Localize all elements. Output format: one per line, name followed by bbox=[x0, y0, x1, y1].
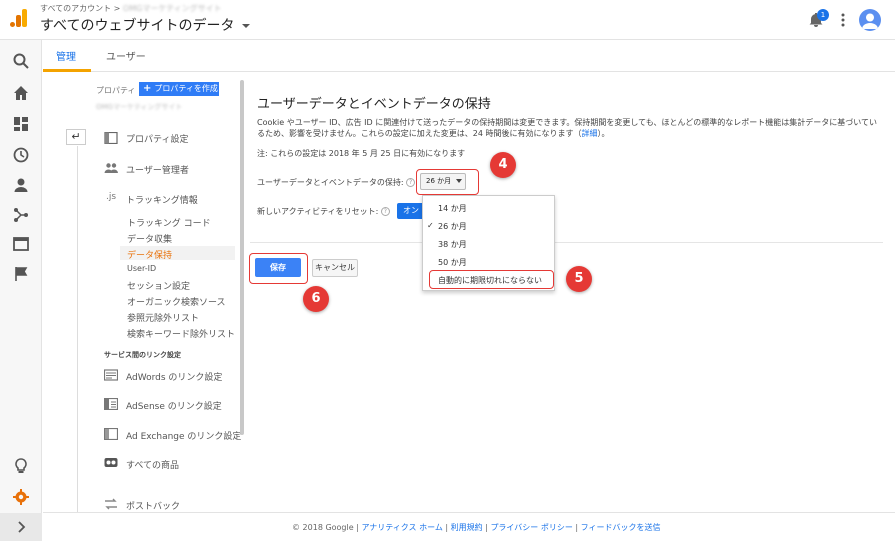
user-management-icon bbox=[104, 163, 118, 173]
annotation-callout-6: 6 bbox=[303, 286, 329, 312]
reset-label-row: 新しいアクティビティをリセット: ? bbox=[257, 206, 390, 217]
nav-scrollbar[interactable] bbox=[240, 80, 244, 435]
expand-rail-button[interactable] bbox=[0, 513, 42, 541]
nav-adexchange-linking[interactable]: Ad Exchange のリンク設定 bbox=[126, 429, 241, 442]
tab-admin[interactable]: 管理 bbox=[56, 48, 76, 63]
description-body: Cookie やユーザー ID、広告 ID に関連付けて送ったデータの保持期間は… bbox=[257, 118, 878, 138]
reset-label: 新しいアクティビティをリセット: bbox=[257, 207, 379, 216]
nav-search-term-exclusion[interactable]: 検索キーワード除外リスト bbox=[127, 327, 235, 340]
nav-divider bbox=[77, 146, 78, 524]
all-products-icon bbox=[104, 458, 118, 467]
admin-tabs: 管理 ユーザー bbox=[43, 40, 895, 72]
option-26-months[interactable]: 26 か月 bbox=[438, 221, 467, 232]
property-settings-icon bbox=[104, 132, 118, 144]
nav-tracking-info[interactable]: トラッキング情報 bbox=[126, 193, 198, 206]
notification-badge: 1 bbox=[817, 9, 829, 21]
property-label: プロパティ bbox=[96, 86, 136, 95]
person-icon[interactable] bbox=[12, 176, 30, 194]
annotation-callout-5: 5 bbox=[566, 266, 592, 292]
nav-data-retention[interactable]: データ保持 bbox=[127, 248, 172, 261]
reset-activity-toggle[interactable]: オン bbox=[397, 203, 425, 219]
product-linking-heading: サービス間のリンク設定 bbox=[104, 351, 181, 359]
gear-icon[interactable] bbox=[12, 488, 30, 506]
nav-session-settings[interactable]: セッション設定 bbox=[127, 279, 190, 292]
annotation-callout-4: 4 bbox=[490, 152, 516, 178]
footer-link-analytics-home[interactable]: アナリティクス ホーム bbox=[361, 523, 442, 532]
adwords-icon bbox=[104, 369, 118, 381]
copyright: © 2018 Google | bbox=[292, 523, 362, 532]
annotation-box-4 bbox=[416, 169, 479, 195]
breadcrumb-prefix[interactable]: すべてのアカウント > bbox=[40, 4, 123, 13]
option-38-months[interactable]: 38 か月 bbox=[438, 239, 467, 250]
postback-icon bbox=[105, 498, 117, 510]
lightbulb-icon[interactable] bbox=[12, 457, 30, 475]
help-icon[interactable]: ? bbox=[406, 178, 416, 187]
content-divider bbox=[250, 242, 883, 243]
effective-date-note: 注: これらの設定は 2018 年 5 月 25 日に有効になります bbox=[257, 149, 466, 158]
footer-separator: | bbox=[572, 523, 581, 532]
nav-data-collection[interactable]: データ収集 bbox=[127, 232, 172, 245]
js-icon: .js bbox=[106, 192, 117, 202]
footer-link-privacy[interactable]: プライバシー ポリシー bbox=[490, 523, 572, 532]
page-title: ユーザーデータとイベントデータの保持 bbox=[257, 97, 491, 112]
footer-separator: | bbox=[442, 523, 451, 532]
property-title: すべてのウェブサイトのデータ bbox=[40, 18, 235, 34]
property-selector[interactable]: すべてのウェブサイトのデータ bbox=[40, 15, 250, 35]
nav-organic-sources[interactable]: オーガニック検索ソース bbox=[127, 295, 226, 308]
flag-icon[interactable] bbox=[12, 265, 30, 283]
behavior-icon[interactable] bbox=[12, 235, 30, 253]
breadcrumb[interactable]: すべてのアカウント > OMGマーケティングサイト bbox=[40, 3, 222, 14]
active-tab-indicator bbox=[43, 69, 91, 72]
learn-more-link[interactable]: 詳細 bbox=[581, 129, 597, 138]
footer: © 2018 Google | アナリティクス ホーム | 利用規約 | プライ… bbox=[43, 512, 895, 541]
nav-adsense-linking[interactable]: AdSense のリンク設定 bbox=[126, 399, 222, 412]
adexchange-icon bbox=[104, 428, 118, 440]
nav-postbacks[interactable]: ポストバック bbox=[126, 499, 180, 512]
clock-icon[interactable] bbox=[12, 146, 30, 164]
footer-link-terms[interactable]: 利用規約 bbox=[451, 523, 483, 532]
footer-links: © 2018 Google | アナリティクス ホーム | 利用規約 | プライ… bbox=[292, 522, 660, 533]
left-rail bbox=[0, 40, 42, 541]
kebab-menu-icon[interactable] bbox=[838, 12, 848, 28]
nav-adwords-linking[interactable]: AdWords のリンク設定 bbox=[126, 370, 222, 383]
retention-label-row: ユーザーデータとイベントデータの保持: ? bbox=[257, 177, 416, 188]
analytics-logo-icon[interactable] bbox=[9, 8, 29, 28]
create-property-button[interactable]: + プロパティを作成 bbox=[139, 82, 219, 96]
footer-link-feedback[interactable]: フィードバックを送信 bbox=[581, 523, 661, 532]
nav-referral-exclusion[interactable]: 参照元除外リスト bbox=[127, 311, 199, 324]
cancel-button[interactable]: キャンセル bbox=[312, 259, 358, 277]
adsense-icon bbox=[104, 398, 118, 410]
option-14-months[interactable]: 14 か月 bbox=[438, 203, 467, 214]
top-header: すべてのアカウント > OMGマーケティングサイト すべてのウェブサイトのデータ… bbox=[0, 0, 895, 40]
property-name[interactable]: OMGマーケティングサイト bbox=[96, 102, 182, 112]
nav-user-id[interactable]: User-ID bbox=[127, 264, 156, 273]
account-avatar-icon[interactable] bbox=[859, 9, 881, 31]
acquisition-icon[interactable] bbox=[12, 206, 30, 224]
nav-property-settings[interactable]: プロパティ設定 bbox=[126, 132, 188, 145]
annotation-box-6 bbox=[249, 253, 308, 284]
dashboard-icon[interactable] bbox=[12, 115, 30, 133]
nav-tracking-code[interactable]: トラッキング コード bbox=[127, 216, 211, 229]
chevron-right-icon bbox=[18, 521, 26, 533]
tab-user[interactable]: ユーザー bbox=[106, 48, 146, 63]
retention-label: ユーザーデータとイベントデータの保持: bbox=[257, 178, 404, 187]
check-icon: ✓ bbox=[427, 221, 434, 230]
search-icon[interactable] bbox=[12, 52, 30, 70]
home-icon[interactable] bbox=[12, 84, 30, 102]
description-end: ）。 bbox=[597, 129, 610, 138]
annotation-box-5 bbox=[429, 270, 554, 289]
description-text: Cookie やユーザー ID、広告 ID に関連付けて送ったデータの保持期間は… bbox=[257, 117, 885, 139]
create-property-label: プロパティを作成 bbox=[154, 84, 218, 93]
nav-user-management[interactable]: ユーザー管理者 bbox=[126, 163, 189, 176]
chevron-down-icon bbox=[241, 24, 250, 28]
back-arrow-icon[interactable]: ↵ bbox=[66, 129, 86, 145]
option-50-months[interactable]: 50 か月 bbox=[438, 257, 467, 268]
nav-all-products[interactable]: すべての商品 bbox=[126, 458, 179, 471]
help-icon[interactable]: ? bbox=[380, 207, 390, 216]
breadcrumb-account[interactable]: OMGマーケティングサイト bbox=[123, 4, 222, 13]
